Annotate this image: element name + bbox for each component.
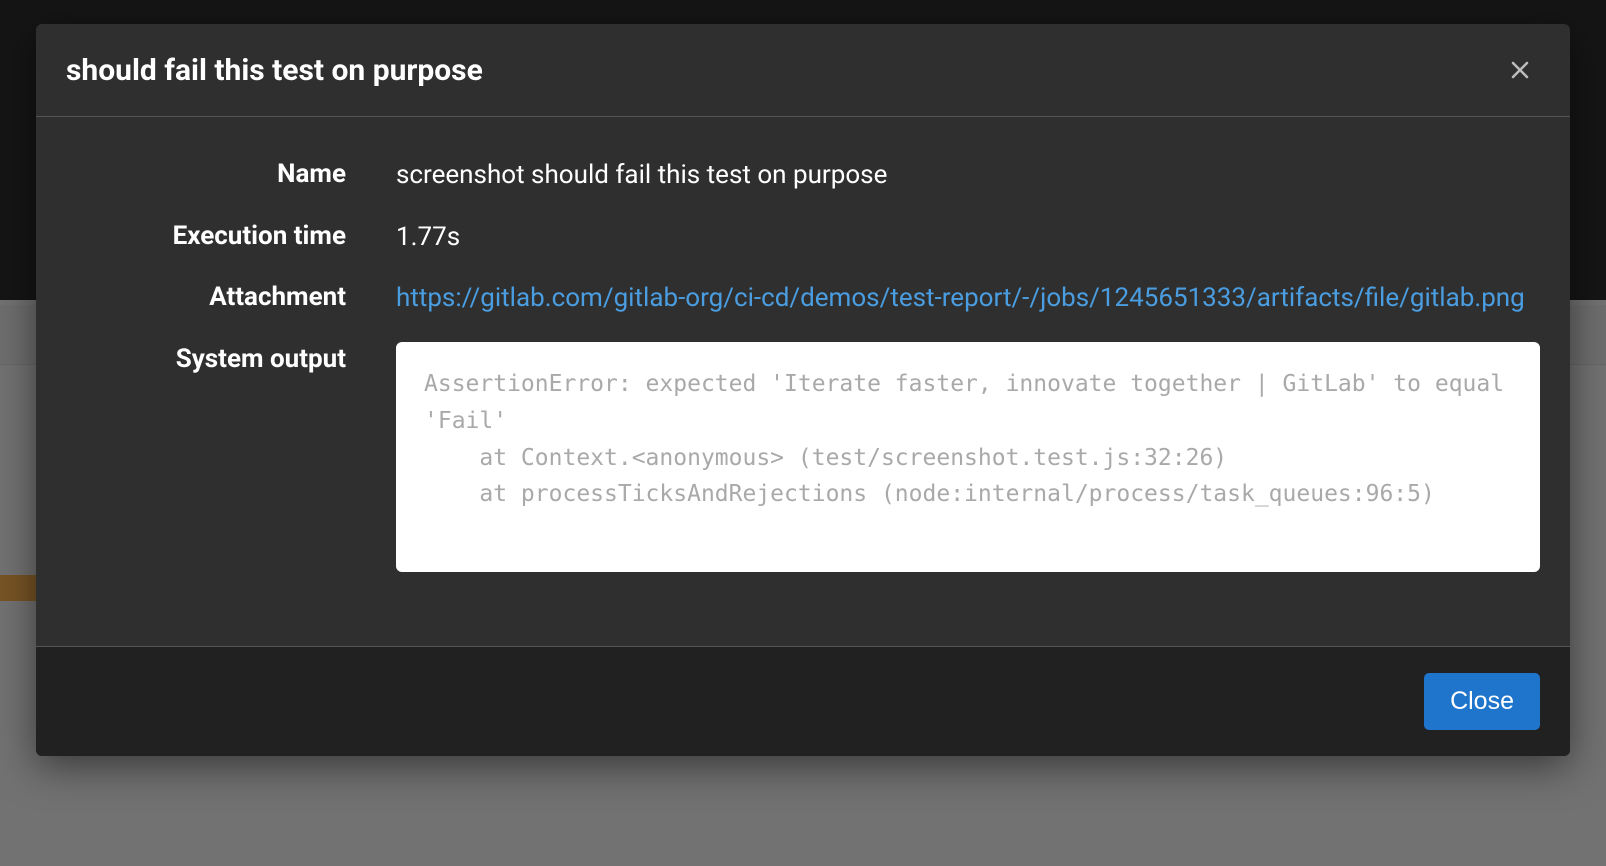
close-icon[interactable] (1500, 50, 1540, 90)
field-name: Name screenshot should fail this test on… (66, 157, 1540, 195)
field-value-name: screenshot should fail this test on purp… (396, 157, 1540, 195)
test-detail-modal: should fail this test on purpose Name sc… (36, 24, 1570, 756)
attachment-link[interactable]: https://gitlab.com/gitlab-org/ci-cd/demo… (396, 283, 1525, 313)
field-label-system-output: System output (66, 342, 396, 374)
field-value-execution-time: 1.77s (396, 219, 1540, 257)
modal-body: Name screenshot should fail this test on… (36, 117, 1570, 646)
modal-header: should fail this test on purpose (36, 24, 1570, 117)
field-attachment: Attachment https://gitlab.com/gitlab-org… (66, 280, 1540, 318)
field-value-system-output: AssertionError: expected 'Iterate faster… (396, 342, 1540, 572)
field-label-execution-time: Execution time (66, 219, 396, 251)
field-system-output: System output AssertionError: expected '… (66, 342, 1540, 572)
close-button[interactable]: Close (1424, 673, 1540, 730)
field-value-attachment: https://gitlab.com/gitlab-org/ci-cd/demo… (396, 280, 1540, 318)
modal-backdrop: should fail this test on purpose Name sc… (0, 0, 1606, 866)
field-label-name: Name (66, 157, 396, 189)
modal-footer: Close (36, 646, 1570, 756)
field-label-attachment: Attachment (66, 280, 396, 312)
system-output-code: AssertionError: expected 'Iterate faster… (396, 342, 1540, 572)
modal-title: should fail this test on purpose (66, 53, 483, 88)
field-execution-time: Execution time 1.77s (66, 219, 1540, 257)
